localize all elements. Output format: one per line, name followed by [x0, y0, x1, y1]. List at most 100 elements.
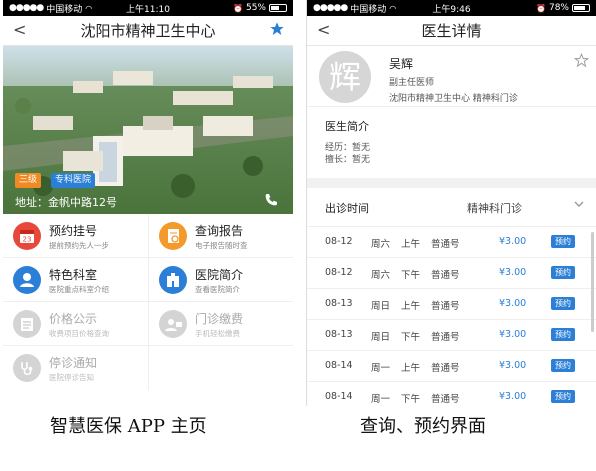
report-icon	[159, 222, 187, 250]
menu-title: 医院简介	[195, 268, 244, 282]
schedule-header[interactable]: 出诊时间 精神科门诊	[307, 198, 596, 218]
menu-appointment[interactable]: 23 预约挂号 提前预约先人一步	[3, 214, 148, 258]
slot-period: 上午	[401, 363, 421, 374]
menu-subtitle: 提前预约先人一步	[49, 241, 109, 250]
hospital-banner: 三级 专科医院 地址：金帆中路12号	[3, 46, 293, 214]
schedule-row: 08-14 周一 上午 普通号 ¥3.00 预约	[307, 350, 596, 380]
menu-title: 特色科室	[49, 268, 98, 282]
favorite-star-icon[interactable]	[269, 21, 285, 41]
phone-call-icon[interactable]	[263, 192, 279, 208]
slot-weekday: 周六	[371, 239, 391, 250]
back-button[interactable]: <	[13, 20, 26, 39]
doctor-intro: 医生简介 经历：暂无 擅长：暂无	[325, 118, 370, 166]
chevron-down-icon[interactable]	[573, 198, 585, 213]
slot-price: ¥3.00	[499, 329, 527, 340]
calendar-icon: 23	[13, 222, 41, 250]
caption-home: 智慧医保 APP 主页	[50, 416, 207, 437]
slot-type: 普通号	[431, 270, 460, 281]
scrollbar[interactable]	[591, 232, 594, 332]
slot-date: 08-14	[325, 391, 353, 402]
menu-hospital-intro[interactable]: 医院简介 查看医院简介	[148, 258, 293, 302]
book-button[interactable]: 预约	[551, 235, 575, 248]
intro-heading: 医生简介	[325, 120, 369, 133]
menu-subtitle: 医院停诊告知	[49, 373, 94, 382]
slot-type: 普通号	[431, 239, 460, 250]
slot-date: 08-12	[325, 267, 353, 278]
schedule-row: 08-12 周六 上午 普通号 ¥3.00 预约	[307, 226, 596, 256]
menu-empty-cell	[148, 346, 293, 390]
doctor-organization: 沈阳市精神卫生中心 精神科门诊	[389, 94, 518, 104]
book-button[interactable]: 预约	[551, 297, 575, 310]
slot-price: ¥3.00	[499, 391, 527, 402]
slot-price: ¥3.00	[499, 360, 527, 371]
menu-report[interactable]: 查询报告 电子报告随时查	[148, 214, 293, 258]
schedule-row: 08-13 周日 下午 普通号 ¥3.00 预约	[307, 319, 596, 349]
department-icon	[13, 266, 41, 294]
doctor-title: 副主任医师	[389, 78, 435, 88]
book-button[interactable]: 预约	[551, 390, 575, 403]
slot-weekday: 周一	[371, 394, 391, 405]
menu-subtitle: 医院重点科室介绍	[49, 285, 109, 294]
back-button[interactable]: <	[317, 20, 330, 39]
caption-booking: 查询、预约界面	[360, 416, 486, 437]
slot-period: 上午	[401, 301, 421, 312]
slot-price: ¥3.00	[499, 298, 527, 309]
slot-period: 下午	[401, 332, 421, 343]
status-time: 上午11:10	[126, 4, 170, 15]
slot-weekday: 周日	[371, 332, 391, 343]
menu-title: 门诊缴费	[195, 312, 244, 326]
menu-title: 查询报告	[195, 224, 244, 238]
slot-type: 普通号	[431, 332, 460, 343]
menu-departments[interactable]: 特色科室 医院重点科室介绍	[3, 258, 148, 302]
section-divider	[307, 178, 596, 188]
doctor-avatar: 辉	[319, 51, 371, 103]
slot-period: 上午	[401, 239, 421, 250]
hospital-level-tag: 三级	[15, 173, 42, 188]
menu-payment[interactable]: 门诊缴费 手机轻松缴费	[148, 302, 293, 346]
menu-title: 价格公示	[49, 312, 98, 326]
schedule-row: 08-12 周六 下午 普通号 ¥3.00 预约	[307, 257, 596, 287]
hospital-type-tag: 专科医院	[51, 173, 96, 188]
slot-type: 普通号	[431, 301, 460, 312]
hospital-aerial-image	[3, 46, 293, 214]
slot-date: 08-13	[325, 298, 353, 309]
status-bar: ●●●●● 中国移动 ◠ 上午11:10 ⏰ 55%	[3, 0, 293, 16]
nav-bar: < 沈阳市精神卫生中心	[3, 16, 293, 46]
menu-price-list[interactable]: 价格公示 收费项目价格查询	[3, 302, 148, 346]
menu-suspension-notice[interactable]: 停诊通知 医院停诊告知	[3, 346, 148, 390]
slot-date: 08-14	[325, 360, 353, 371]
menu-title: 预约挂号	[49, 224, 98, 238]
payment-icon	[159, 310, 187, 338]
menu-subtitle: 查看医院简介	[195, 285, 240, 294]
status-time: 上午9:46	[432, 4, 471, 15]
hospital-address: 地址：金帆中路12号	[15, 196, 117, 209]
book-button[interactable]: 预约	[551, 328, 575, 341]
slot-price: ¥3.00	[499, 236, 527, 247]
book-button[interactable]: 预约	[551, 359, 575, 372]
schedule-label: 出诊时间	[325, 202, 369, 215]
slot-period: 下午	[401, 394, 421, 405]
slot-type: 普通号	[431, 363, 460, 374]
menu-subtitle: 电子报告随时查	[195, 241, 248, 250]
schedule-row: 08-13 周日 上午 普通号 ¥3.00 预约	[307, 288, 596, 318]
favorite-star-icon[interactable]	[573, 53, 590, 72]
slot-weekday: 周六	[371, 270, 391, 281]
page-title: 医生详情	[421, 22, 482, 40]
department-selector[interactable]: 精神科门诊	[467, 200, 522, 216]
book-button[interactable]: 预约	[551, 266, 575, 279]
doctor-name: 吴辉	[389, 57, 414, 71]
slot-weekday: 周一	[371, 363, 391, 374]
schedule-row: 08-14 周一 下午 普通号 ¥3.00 预约	[307, 381, 596, 406]
battery-icon	[269, 4, 287, 12]
slot-date: 08-12	[325, 236, 353, 247]
slot-period: 下午	[401, 270, 421, 281]
doctor-card: 辉 吴辉 副主任医师 沈阳市精神卫生中心 精神科门诊	[307, 47, 596, 107]
svg-text:23: 23	[23, 236, 32, 244]
slot-date: 08-13	[325, 329, 353, 340]
slot-weekday: 周日	[371, 301, 391, 312]
price-icon	[13, 310, 41, 338]
menu-subtitle: 收费项目价格查询	[49, 329, 109, 338]
home-screen: ●●●●● 中国移动 ◠ 上午11:10 ⏰ 55% < 沈阳市精神卫生中心 三…	[3, 0, 293, 406]
doctor-detail-screen: ●●●●● 中国移动 ◠ 上午9:46 ⏰ 78% < 医生详情 辉 吴辉 副主…	[306, 0, 596, 406]
hospital-icon	[159, 266, 187, 294]
